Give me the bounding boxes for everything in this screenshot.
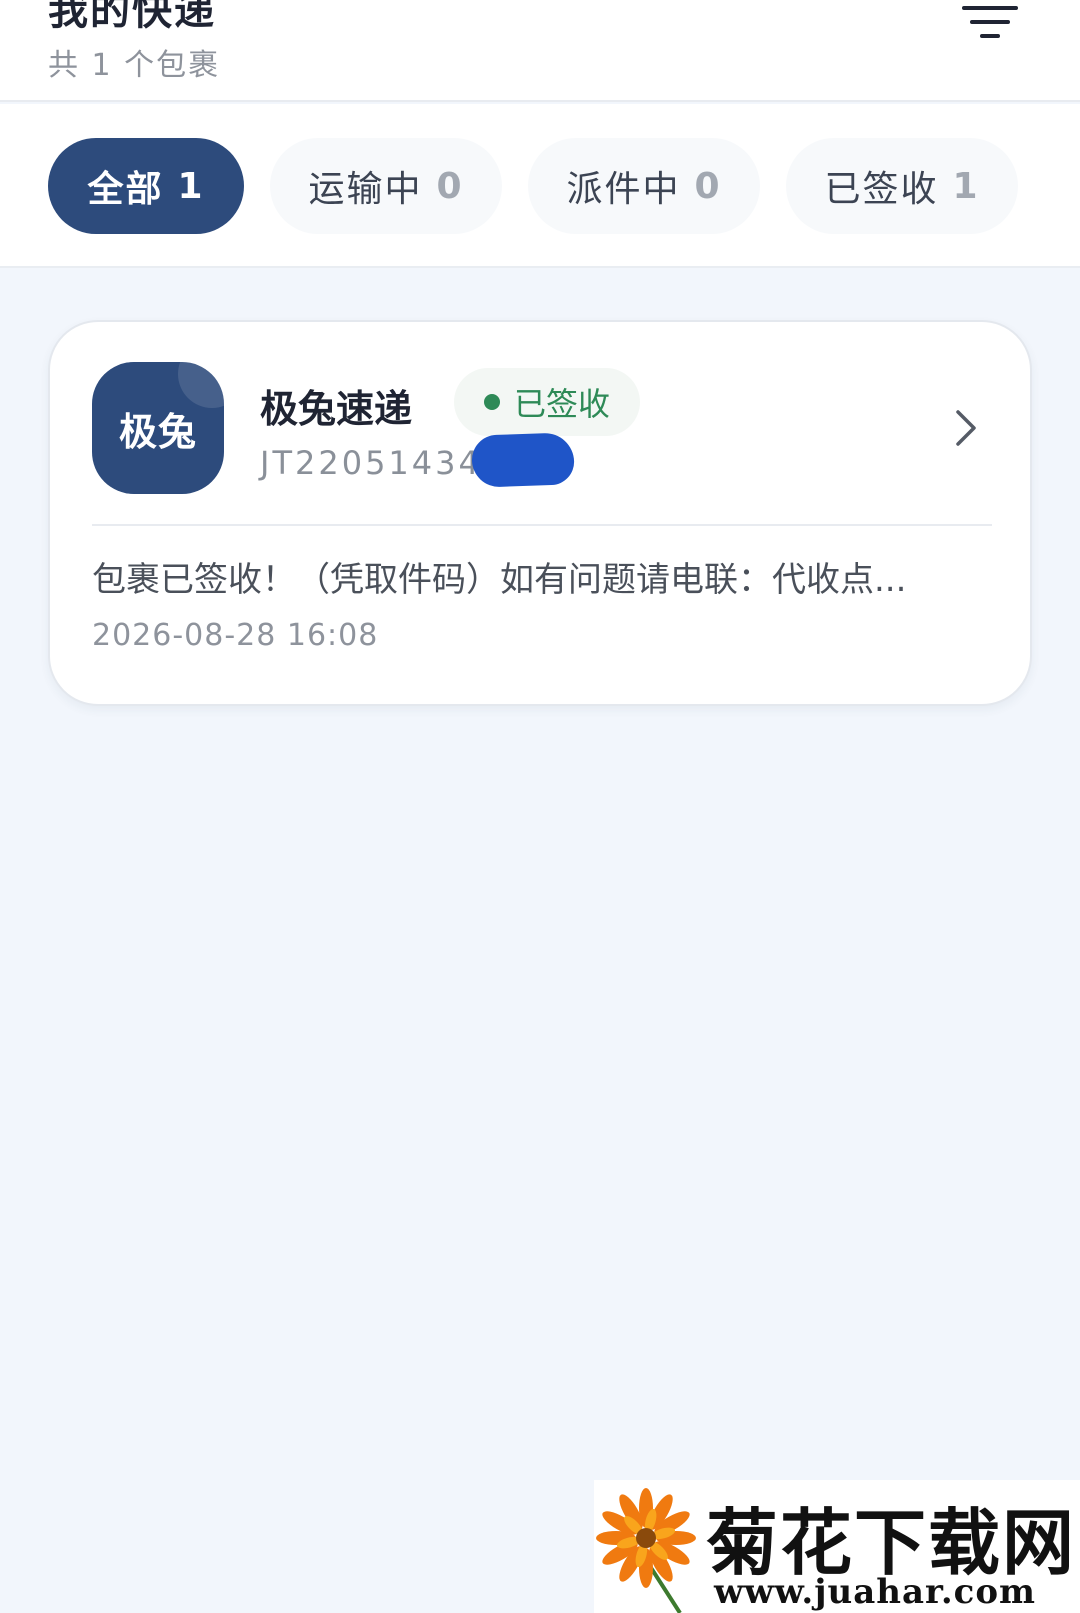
tab-signed[interactable]: 已签收 1 (786, 138, 1018, 234)
chevron-right-icon[interactable] (952, 406, 980, 450)
tab-count: 0 (436, 165, 464, 207)
tab-label: 运输中 (308, 169, 423, 210)
tab-count: 0 (694, 165, 722, 207)
redaction-scribble (471, 432, 575, 488)
tab-all[interactable]: 全部 1 (48, 138, 244, 234)
tab-count: 1 (177, 165, 205, 207)
tracking-timestamp: 2026-08-28 16:08 (92, 618, 379, 653)
courier-logo-text: 极兔 (118, 409, 197, 454)
card-divider (92, 524, 992, 526)
filter-button[interactable] (958, 2, 1022, 50)
watermark-url: www.juahar.com (714, 1572, 1037, 1612)
tab-label: 全部 (87, 169, 164, 210)
chrysanthemum-logo-icon (596, 1488, 696, 1613)
status-dot-icon (483, 394, 500, 410)
tracking-number: JT22051434 (260, 444, 482, 482)
courier-name: 极兔速递 (260, 387, 413, 431)
latest-tracking-message: 包裹已签收！（凭取件码）如有问题请电联：代收点... (92, 560, 907, 600)
status-tabs: 全部 1 运输中 0 派件中 0 已签收 1 (0, 104, 1080, 268)
page-title: 我的快递 (48, 0, 216, 34)
filter-lines-icon (962, 6, 1018, 38)
site-watermark: 菊花下载网 www.juahar.com (594, 1480, 1080, 1613)
tab-in-transit[interactable]: 运输中 0 (270, 138, 502, 234)
app-header: 我的快递 共 1 个包裹 (0, 0, 1080, 102)
status-badge: 已签收 (454, 368, 640, 436)
tab-count: 1 (952, 165, 980, 207)
tab-out-for-delivery[interactable]: 派件中 0 (528, 138, 760, 234)
status-text: 已签收 (513, 385, 610, 423)
tab-label: 派件中 (566, 169, 681, 210)
package-card[interactable]: 极兔 极兔速递 已签收 JT22051434 包裹已签收！（凭取件码）如有问题请… (48, 320, 1032, 706)
courier-logo: 极兔 (92, 362, 224, 494)
package-count-subtitle: 共 1 个包裹 (48, 48, 221, 83)
tab-label: 已签收 (824, 169, 939, 210)
